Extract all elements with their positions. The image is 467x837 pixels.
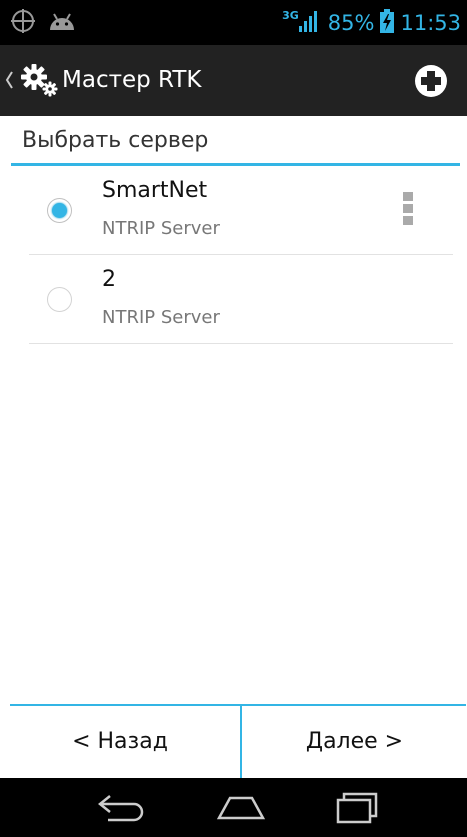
home-icon[interactable] <box>215 786 267 832</box>
back-button[interactable]: < Назад <box>0 706 240 778</box>
system-navigation-bar <box>0 778 467 837</box>
recent-apps-icon[interactable] <box>334 786 382 832</box>
next-button[interactable]: Далее > <box>242 706 467 778</box>
action-bar-title[interactable]: Мастер RTK <box>62 45 201 116</box>
server-name: SmartNet <box>102 178 208 203</box>
add-circle-icon[interactable] <box>414 64 448 102</box>
server-type: NTRIP Server <box>102 307 220 328</box>
signal-icon <box>298 9 320 37</box>
section-title: Выбрать сервер <box>22 128 209 153</box>
status-bar: 3G 85% 11:53 <box>0 0 467 45</box>
gears-icon[interactable] <box>20 63 58 101</box>
server-list: SmartNet NTRIP Server 2 NTRIP Server <box>29 166 453 344</box>
server-name: 2 <box>102 267 116 292</box>
battery-charging-icon <box>380 8 395 37</box>
status-indicators: 3G 85% 11:53 <box>282 0 461 45</box>
overflow-menu-icon[interactable] <box>403 192 413 228</box>
gps-crosshair-icon <box>10 8 36 34</box>
radio-button-unselected[interactable] <box>47 287 72 312</box>
server-type: NTRIP Server <box>102 218 220 239</box>
back-chevron-icon[interactable] <box>4 66 14 98</box>
battery-percent: 85% <box>327 10 375 35</box>
clock: 11:53 <box>400 10 461 35</box>
action-bar: Мастер RTK <box>0 45 467 116</box>
back-arrow-icon[interactable] <box>96 786 150 832</box>
status-notifications <box>10 8 76 34</box>
android-icon <box>48 10 76 32</box>
network-type-label: 3G <box>282 9 299 22</box>
radio-button-selected[interactable] <box>47 198 72 223</box>
server-row-2[interactable]: 2 NTRIP Server <box>29 255 453 344</box>
server-row-smartnet[interactable]: SmartNet NTRIP Server <box>29 166 453 255</box>
